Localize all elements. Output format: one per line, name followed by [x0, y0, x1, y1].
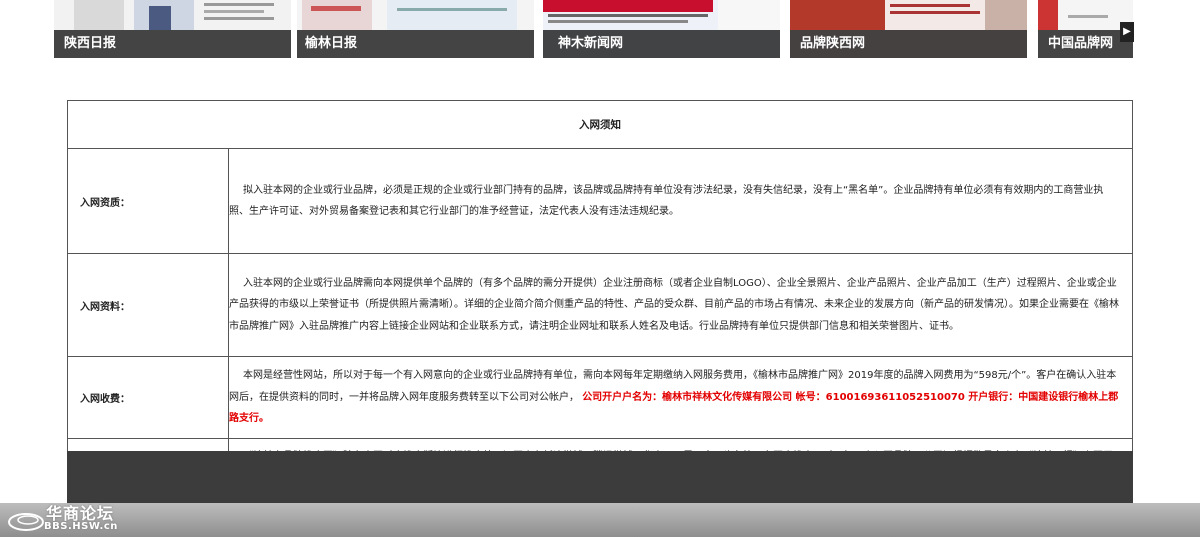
- row-label: 入网收费：: [67, 356, 229, 439]
- row-text: 拟入驻本网的企业或行业品牌，必须是正规的企业或行业部门持有的品牌，该品牌或品牌持…: [228, 148, 1133, 254]
- forum-watermark: 华商论坛 BBS.HSW.cn: [6, 500, 136, 536]
- row-text: 入驻本网的企业或行业品牌需向本网提供单个品牌的（有多个品牌的需分开提供）企业注册…: [228, 253, 1133, 357]
- row-label: 入网资料：: [67, 253, 229, 357]
- media-card-brand-shaanxi[interactable]: 品牌陕西网: [790, 0, 1027, 58]
- media-card-shaanxi-daily[interactable]: 陕西日报: [54, 0, 291, 58]
- media-caption: 榆林日报: [297, 30, 534, 58]
- media-caption: 中国品牌网: [1038, 30, 1133, 58]
- dark-band: [67, 451, 1133, 503]
- media-caption: 品牌陕西网: [790, 30, 1027, 58]
- notice-table: 入网须知 入网资质： 拟入驻本网的企业或行业品牌，必须是正规的企业或行业部门持有…: [67, 100, 1133, 497]
- media-card-yulin-daily[interactable]: 榆林日报: [297, 0, 534, 58]
- row-text-with-account: 本网是经营性网站，所以对于每一个有入网意向的企业或行业品牌持有单位，需向本网每年…: [228, 356, 1133, 439]
- table-row: 入网资料： 入驻本网的企业或行业品牌需向本网提供单个品牌的（有多个品牌的需分开提…: [67, 253, 1133, 357]
- media-caption: 神木新闻网: [543, 30, 780, 58]
- media-caption: 陕西日报: [54, 30, 291, 58]
- media-card-china-brand[interactable]: 中国品牌网: [1038, 0, 1133, 58]
- table-row: 入网资质： 拟入驻本网的企业或行业品牌，必须是正规的企业或行业部门持有的品牌，该…: [67, 148, 1133, 254]
- notice-title: 入网须知: [67, 100, 1133, 149]
- media-strip: 陕西日报 榆林日报 神木新闻网 品牌陕西网 中国品牌网 ▶: [0, 0, 1200, 60]
- table-row: 入网收费： 本网是经营性网站，所以对于每一个有入网意向的企业或行业品牌持有单位，…: [67, 356, 1133, 439]
- forum-logo-icon: [8, 513, 44, 531]
- media-card-shenmu-news[interactable]: 神木新闻网: [543, 0, 780, 58]
- next-arrow-icon[interactable]: ▶: [1120, 22, 1134, 42]
- row-label: 入网资质：: [67, 148, 229, 254]
- watermark-url: BBS.HSW.cn: [44, 521, 118, 532]
- footer-bar: [0, 503, 1200, 537]
